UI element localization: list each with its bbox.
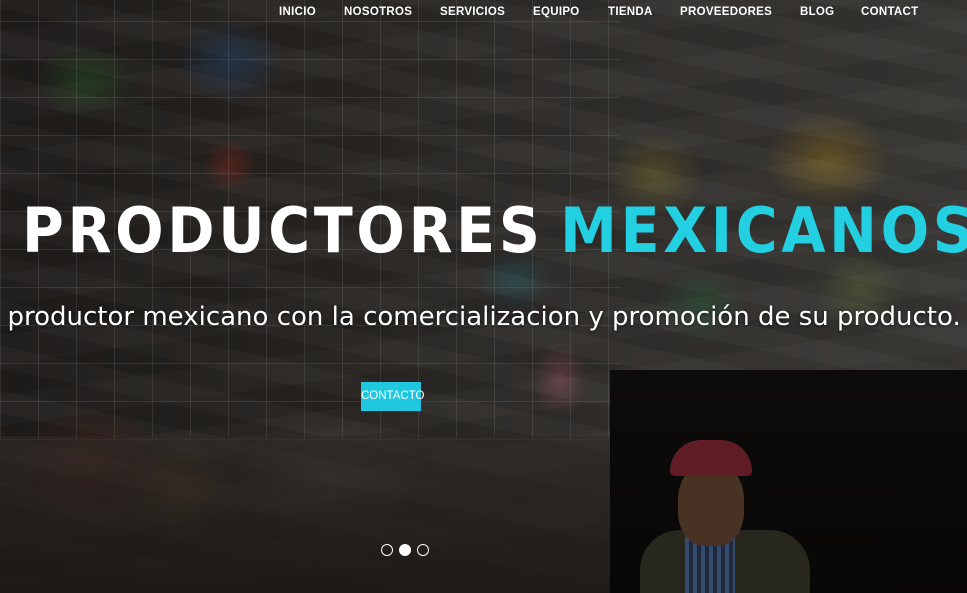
nav-item-blog[interactable]: BLOG — [800, 6, 834, 18]
nav-item-nosotros[interactable]: NOSOTROS — [344, 6, 412, 18]
nav-item-servicios[interactable]: SERVICIOS — [440, 6, 505, 18]
headline-word-productores: PRODUCTORES — [22, 194, 544, 267]
slider-dot-3[interactable] — [417, 544, 429, 556]
hero-subtitle: l productor mexicano con la comercializa… — [0, 302, 961, 332]
main-navigation: INICIO NOSOTROS SERVICIOS EQUIPO TIENDA … — [0, 6, 967, 22]
nav-item-contact[interactable]: CONTACT — [861, 6, 918, 18]
hero-headline: PRODUCTORES MEXICANOS — [22, 195, 967, 267]
contacto-button[interactable]: CONTACTO — [361, 382, 424, 411]
nav-item-inicio[interactable]: INICIO — [279, 6, 316, 18]
nav-item-proveedores[interactable]: PROVEEDORES — [680, 6, 772, 18]
slider-dot-1[interactable] — [381, 544, 393, 556]
headline-word-mexicanos: MEXICANOS — [560, 194, 967, 267]
hero-dark-overlay — [0, 0, 967, 593]
slider-dot-2-active[interactable] — [399, 544, 411, 556]
nav-item-equipo[interactable]: EQUIPO — [533, 6, 580, 18]
nav-item-tienda[interactable]: TIENDA — [608, 6, 653, 18]
hero-slider: INICIO NOSOTROS SERVICIOS EQUIPO TIENDA … — [0, 0, 967, 593]
